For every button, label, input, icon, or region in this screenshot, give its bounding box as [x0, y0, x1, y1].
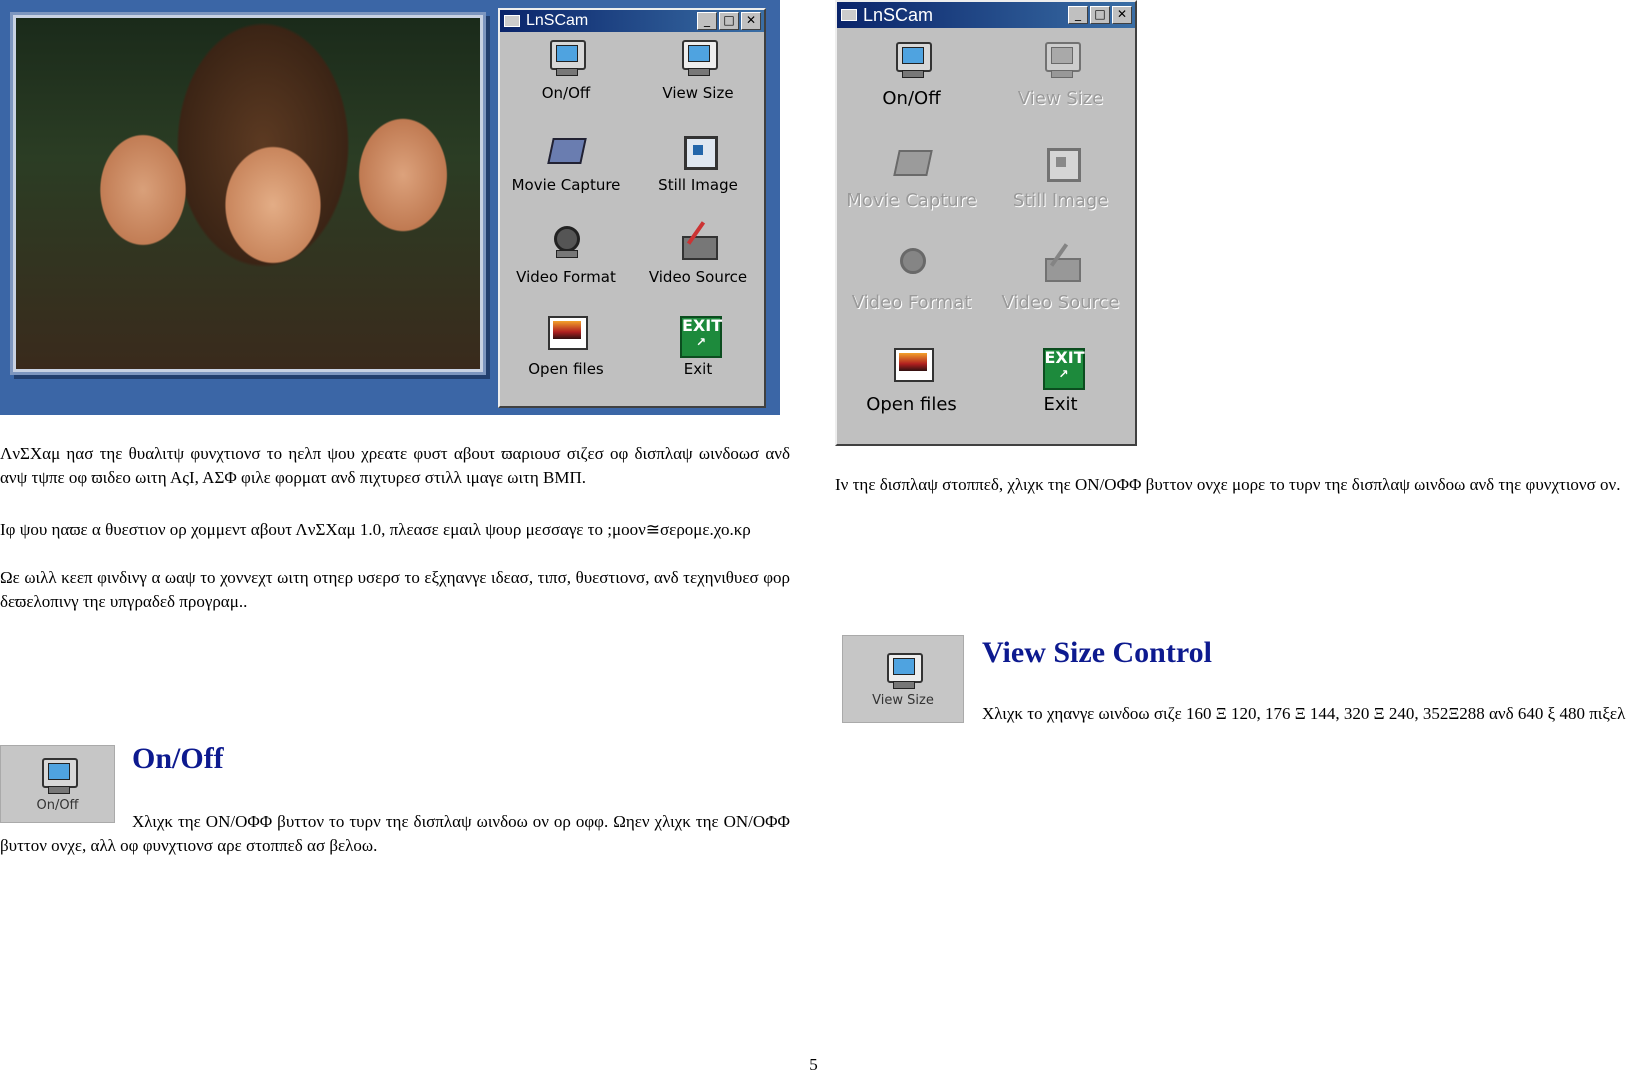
- pen-device-icon: [1041, 244, 1081, 284]
- lnscam-window: LnSCam _ □ ✕ On/Off View Size Movie Capt…: [498, 8, 766, 408]
- view-size-heading: View Size Control: [982, 636, 1212, 669]
- onoff-body: Χλιχκ τηε ΟΝ/ΟΦΦ βυττον το τυρν τηε δισπ…: [0, 812, 790, 855]
- video-preview-image: [10, 12, 486, 375]
- lnscam-window-stopped: LnSCam _ □ ✕ On/Off View Size Movie Capt…: [835, 0, 1137, 446]
- closing-text: Ωε ωιλλ κεεπ φινδινγ α ωαψ το χοννεχτ ωι…: [0, 568, 790, 611]
- still-image-label: Still Image: [658, 176, 738, 194]
- lens-icon: [892, 244, 932, 284]
- app-icon: [504, 15, 520, 27]
- video-format-label-disabled: Video Format: [851, 292, 972, 313]
- app-icon: [841, 9, 857, 21]
- contact-text: Ιφ ψου ηαϖε α θυεστιον ορ χομμεντ αβουτ …: [0, 520, 751, 539]
- open-files-button[interactable]: Open files: [500, 314, 632, 406]
- video-source-label: Video Source: [648, 268, 748, 286]
- exit-button-stopped[interactable]: EXIT ↗ Exit: [986, 346, 1135, 448]
- video-format-button-disabled: Video Format: [837, 244, 986, 346]
- exit-label: Exit: [683, 360, 713, 378]
- onoff-button-stopped[interactable]: On/Off: [837, 40, 986, 142]
- exit-label-stopped: Exit: [1043, 394, 1078, 415]
- monitor-icon: [892, 40, 932, 80]
- intro-text: ΛνΣΧαμ ηασ τηε θυαλιτψ φυνχτιονσ το ηελπ…: [0, 444, 790, 487]
- onoff-label-stopped: On/Off: [882, 88, 941, 109]
- monitor-icon: [546, 38, 586, 78]
- pen-device-icon: [678, 222, 718, 262]
- exit-button[interactable]: EXIT ↗ Exit: [632, 314, 764, 406]
- view-size-icon: [1041, 40, 1081, 80]
- close-button[interactable]: ✕: [741, 12, 761, 30]
- window-title: LnSCam: [526, 12, 589, 29]
- camera-icon: [892, 142, 933, 182]
- close-button[interactable]: ✕: [1112, 6, 1132, 24]
- movie-capture-label: Movie Capture: [511, 176, 621, 194]
- files-icon: [546, 314, 588, 354]
- open-files-button-stopped[interactable]: Open files: [837, 346, 986, 448]
- minimize-button[interactable]: _: [1068, 6, 1088, 24]
- view-size-label: View Size: [662, 84, 734, 102]
- view-size-label-disabled: View Size: [1017, 88, 1104, 109]
- view-size-icon: [883, 651, 923, 691]
- open-files-label-stopped: Open files: [866, 394, 957, 415]
- onoff-button[interactable]: On/Off: [500, 38, 632, 130]
- maximize-button[interactable]: □: [719, 12, 739, 30]
- video-source-button-disabled: Video Source: [986, 244, 1135, 346]
- window-titlebar: LnSCam _ □ ✕: [500, 10, 764, 32]
- exit-icon: EXIT ↗: [1041, 346, 1085, 390]
- onoff-label: On/Off: [541, 84, 591, 102]
- movie-capture-button-disabled: Movie Capture: [837, 142, 986, 244]
- video-format-label: Video Format: [516, 268, 616, 286]
- exit-icon-text: EXIT: [682, 316, 723, 335]
- video-format-button[interactable]: Video Format: [500, 222, 632, 314]
- exit-icon-text: EXIT: [1044, 348, 1085, 367]
- maximize-button[interactable]: □: [1090, 6, 1110, 24]
- window-titlebar-stopped: LnSCam _ □ ✕: [837, 2, 1135, 28]
- page-number: 5: [809, 1055, 818, 1074]
- video-source-label-disabled: Video Source: [1001, 292, 1120, 313]
- minimize-button[interactable]: _: [697, 12, 717, 30]
- screenshot-panel: LnSCam _ □ ✕ On/Off View Size Movie Capt…: [0, 0, 780, 415]
- window-title-stopped: LnSCam: [863, 4, 934, 25]
- video-source-button[interactable]: Video Source: [632, 222, 764, 314]
- files-icon: [892, 346, 934, 386]
- camera-icon: [546, 130, 587, 170]
- onoff-heading: On/Off: [132, 742, 224, 775]
- still-image-label-disabled: Still Image: [1012, 190, 1109, 211]
- view-size-body: Χλιχκ το χηανγε ωινδοω σιζε 160 Ξ 120, 1…: [982, 704, 1626, 723]
- still-image-button[interactable]: Still Image: [632, 130, 764, 222]
- picture-frame-icon: [1041, 142, 1081, 182]
- exit-icon: EXIT ↗: [678, 314, 723, 358]
- view-size-button[interactable]: View Size: [632, 38, 764, 130]
- picture-frame-icon: [678, 130, 718, 170]
- still-image-button-disabled: Still Image: [986, 142, 1135, 244]
- lens-icon: [546, 222, 586, 262]
- movie-capture-label-disabled: Movie Capture: [846, 190, 977, 211]
- movie-capture-button[interactable]: Movie Capture: [500, 130, 632, 222]
- view-size-button-disabled: View Size: [986, 40, 1135, 142]
- stopped-note: Ιν τηε δισπλαψ στοππεδ, χλιχκ τηε ΟΝ/ΟΦΦ…: [835, 475, 1621, 494]
- open-files-label: Open files: [528, 360, 604, 378]
- monitor-icon: [38, 756, 78, 796]
- view-size-icon: [678, 38, 718, 78]
